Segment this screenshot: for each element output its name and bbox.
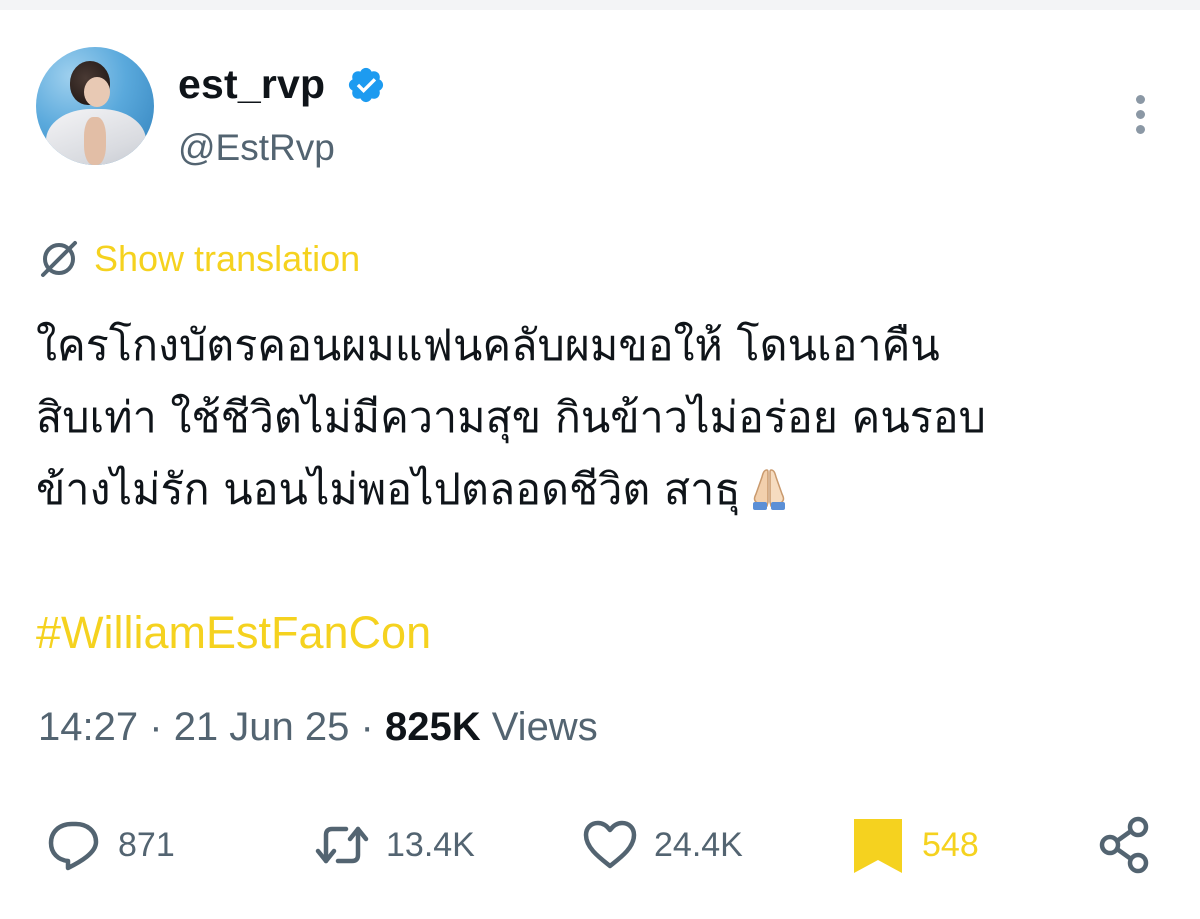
repost-count: 13.4K	[386, 826, 475, 864]
repost-icon	[315, 826, 369, 864]
tweet-card: est_rvp @EstRvp Show translation ใครโกงบ…	[0, 10, 1200, 919]
share-icon	[1099, 816, 1149, 874]
action-bar: 871 13.4K 24.4K 548	[0, 810, 1200, 880]
verified-badge-icon	[348, 67, 384, 103]
display-name[interactable]: est_rvp	[178, 60, 325, 108]
repost-button[interactable]: 13.4K	[312, 810, 475, 880]
tweet-text-line: ข้างไม่รัก นอนไม่พอไปตลอดชีวิต สาธุ	[36, 454, 1166, 526]
more-options-button[interactable]	[1125, 95, 1155, 139]
like-button[interactable]: 24.4K	[580, 810, 743, 880]
show-translation-link[interactable]: Show translation	[94, 237, 360, 281]
reply-bubble-icon	[48, 821, 99, 871]
more-vertical-icon	[1135, 95, 1145, 104]
heart-icon	[583, 820, 637, 869]
tweet-text-line: ใครโกงบัตรคอนผมแฟนคลับผมขอให้ โดนเอาคืน	[36, 321, 940, 371]
bookmark-count: 548	[922, 826, 979, 864]
tweet-text: ใครโกงบัตรคอนผมแฟนคลับผมขอให้ โดนเอาคืน …	[36, 310, 1166, 526]
folded-hands-icon	[752, 469, 785, 510]
user-handle[interactable]: @EstRvp	[178, 126, 335, 170]
views-count: 825K	[384, 705, 481, 749]
views-label: Views	[491, 705, 598, 749]
tweet-date[interactable]: 21 Jun 25	[174, 705, 350, 749]
show-translation-row[interactable]: Show translation	[38, 235, 360, 283]
top-strip	[0, 0, 1200, 10]
reply-button[interactable]: 871	[44, 810, 175, 880]
bookmark-button[interactable]: 548	[848, 810, 979, 880]
tweet-meta: 14:27 · 21 Jun 25 · 825K Views	[38, 702, 598, 752]
hashtag-link[interactable]: #WilliamEstFanCon	[36, 606, 431, 660]
avatar[interactable]	[36, 47, 154, 165]
share-button[interactable]	[1096, 810, 1156, 880]
reply-count: 871	[118, 826, 175, 864]
meta-separator: ·	[360, 705, 374, 749]
bookmark-icon	[854, 819, 902, 873]
meta-separator: ·	[149, 705, 163, 749]
tweet-time[interactable]: 14:27	[38, 705, 138, 749]
globe-translate-icon	[41, 241, 77, 277]
tweet-text-line: สิบเท่า ใช้ชีวิตไม่มีความสุข กินข้าวไม่อ…	[36, 393, 986, 443]
like-count: 24.4K	[654, 826, 743, 864]
